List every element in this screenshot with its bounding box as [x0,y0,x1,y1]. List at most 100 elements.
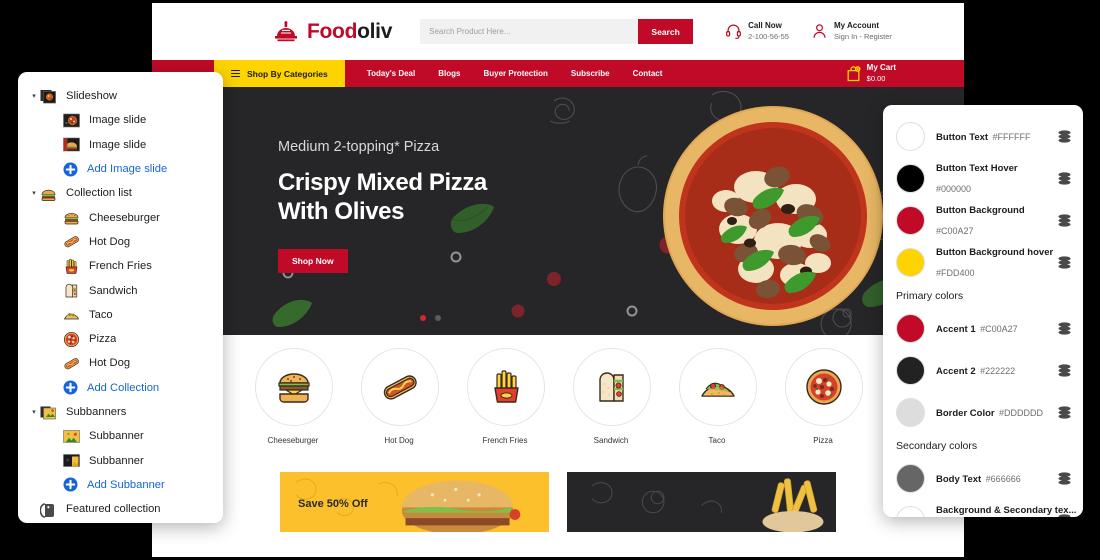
signin-register-link[interactable]: Sign In - Register [834,32,892,42]
color-hex: #FDD400 [936,268,975,278]
category-taco[interactable]: Taco [679,348,757,445]
category-cheeseburger[interactable]: Cheeseburger [255,348,333,445]
layers-stack-icon[interactable] [1057,405,1072,420]
sidebar-add-collection[interactable]: Add Collection [18,376,223,400]
sidebar-item-label: Add Subbanner [87,478,165,491]
header-info-group: Call Now 2-100-56-55 My Account Sign In … [725,21,892,42]
search-input[interactable] [420,19,639,44]
shop-by-categories-label: Shop By Categories [247,68,328,79]
site-logo[interactable]: Foodoliv [272,20,392,44]
theme-sections-sidebar: ▾ Slideshow Image slide Image slide Add … [18,72,223,523]
call-now-block[interactable]: Call Now 2-100-56-55 [725,21,789,42]
sidebar-item-label: Cheeseburger [89,211,160,224]
sidebar-item-collection-list[interactable]: ▾ Collection list [18,181,223,205]
chevron-down-icon[interactable]: ▾ [28,93,40,100]
subbanner-yellow[interactable]: Save 50% Off [280,472,549,532]
color-row-button-background[interactable]: Button Background #C00A27 [883,199,1083,241]
fries-icon [63,258,80,275]
nav-link-contact[interactable]: Contact [633,69,663,78]
category-french-fries[interactable]: French Fries [467,348,545,445]
sidebar-item-pizza[interactable]: Pizza [18,327,223,351]
sidebar-item-hot-dog-1[interactable]: Hot Dog [18,230,223,254]
sidebar-item-image-slide-2[interactable]: Image slide [18,133,223,157]
layers-stack-icon[interactable] [1057,255,1072,270]
color-swatch[interactable] [896,163,925,193]
sidebar-add-image-slide[interactable]: Add Image slide [18,157,223,181]
section-primary-colors: Primary colors [896,290,964,302]
hero-slider: Medium 2-topping* Pizza Crispy Mixed Piz… [152,87,964,335]
category-hot-dog[interactable]: Hot Dog [361,348,439,445]
hero-copy: Medium 2-topping* Pizza Crispy Mixed Piz… [278,139,487,273]
subbanner-icon [40,404,57,421]
layers-stack-icon[interactable] [1057,363,1072,378]
color-row-border-color[interactable]: Border Color #DDDDDD [883,391,1083,433]
layers-stack-icon[interactable] [1057,171,1072,186]
sidebar-item-image-slide-1[interactable]: Image slide [18,108,223,132]
layers-stack-icon[interactable] [1057,213,1072,228]
color-swatch[interactable] [896,397,925,427]
store-preview-window: Foodoliv Search Call Now 2-100-56-55 [152,3,964,557]
sidebar-item-subbanners[interactable]: ▾ Subbanners [18,400,223,424]
sidebar-item-taco[interactable]: Taco [18,303,223,327]
color-row-button-background-hover[interactable]: Button Background hover #FDD400 [883,241,1083,283]
layers-stack-icon[interactable] [1057,129,1072,144]
sidebar-item-subbanner-2[interactable]: Subbanner [18,448,223,472]
nav-link-buyer-protection[interactable]: Buyer Protection [483,69,547,78]
color-swatch[interactable] [896,505,925,517]
category-sandwich[interactable]: Sandwich [573,348,651,445]
sidebar-item-subbanner-1[interactable]: Subbanner [18,424,223,448]
nav-link-blogs[interactable]: Blogs [438,69,460,78]
sidebar-item-slideshow[interactable]: ▾ Slideshow [18,84,223,108]
sidebar-item-featured-collection[interactable]: ▸ Featured collection [18,497,223,521]
color-row-accent-1[interactable]: Accent 1 #C00A27 [883,307,1083,349]
nav-link-subscribe[interactable]: Subscribe [571,69,610,78]
color-row-body-text[interactable]: Body Text #666666 [883,457,1083,499]
color-swatch[interactable] [896,247,925,277]
layers-stack-icon[interactable] [1057,321,1072,336]
hamburger-icon [231,68,240,79]
sidebar-item-cheeseburger[interactable]: Cheeseburger [18,205,223,229]
sidebar-item-hot-dog-2[interactable]: Hot Dog [18,351,223,375]
cart-title: My Cart [866,63,896,73]
chevron-down-icon[interactable]: ▾ [28,190,40,197]
my-account-block[interactable]: My Account Sign In - Register [811,21,892,42]
color-swatch[interactable] [896,355,925,385]
foodoliv-logo-icon [275,20,297,41]
color-swatch[interactable] [896,463,925,493]
sandwich-icon [599,372,624,402]
color-row-button-text[interactable]: Button Text #FFFFFF [883,115,1083,157]
search-button[interactable]: Search [638,19,694,44]
category-pizza[interactable]: Pizza [785,348,863,445]
subbanner-yellow-text: Save 50% Off [298,498,368,510]
color-row-button-text-hover[interactable]: Button Text Hover #000000 [883,157,1083,199]
sidebar-add-subbanner[interactable]: Add Subbanner [18,473,223,497]
sidebar-item-french-fries[interactable]: French Fries [18,254,223,278]
sidebar-item-sandwich[interactable]: Sandwich [18,278,223,302]
nav-links: Today's Deal Blogs Buyer Protection Subs… [345,60,663,87]
color-name: Button Text [936,131,989,143]
color-row-background-secondary-text[interactable]: Background & Secondary tex... #FFFFFF [883,499,1083,517]
hero-slider-dots[interactable] [420,315,441,321]
my-account-title: My Account [833,21,880,31]
call-now-number: 2-100-56-55 [748,31,789,41]
headset-icon [726,25,742,40]
plus-icon [63,477,78,492]
subbanner-dark[interactable] [567,472,836,532]
color-hex: #222222 [980,365,1016,376]
layers-stack-icon[interactable] [1057,513,1072,518]
shop-now-button[interactable]: Shop Now [278,248,348,273]
shop-by-categories-button[interactable]: Shop By Categories [214,60,345,87]
plus-icon [63,380,78,395]
pizza-icon [63,331,80,348]
cart-button[interactable]: 0 My Cart $0.00 [846,60,896,87]
chevron-down-icon[interactable]: ▾ [28,409,40,416]
color-swatch[interactable] [896,121,925,151]
hero-dot-2[interactable] [435,315,441,321]
plus-icon [63,162,78,177]
nav-link-todays-deal[interactable]: Today's Deal [367,69,415,78]
layers-stack-icon[interactable] [1057,471,1072,486]
hero-dot-1[interactable] [420,315,426,321]
color-swatch[interactable] [896,205,925,235]
color-row-accent-2[interactable]: Accent 2 #222222 [883,349,1083,391]
color-swatch[interactable] [896,313,925,343]
